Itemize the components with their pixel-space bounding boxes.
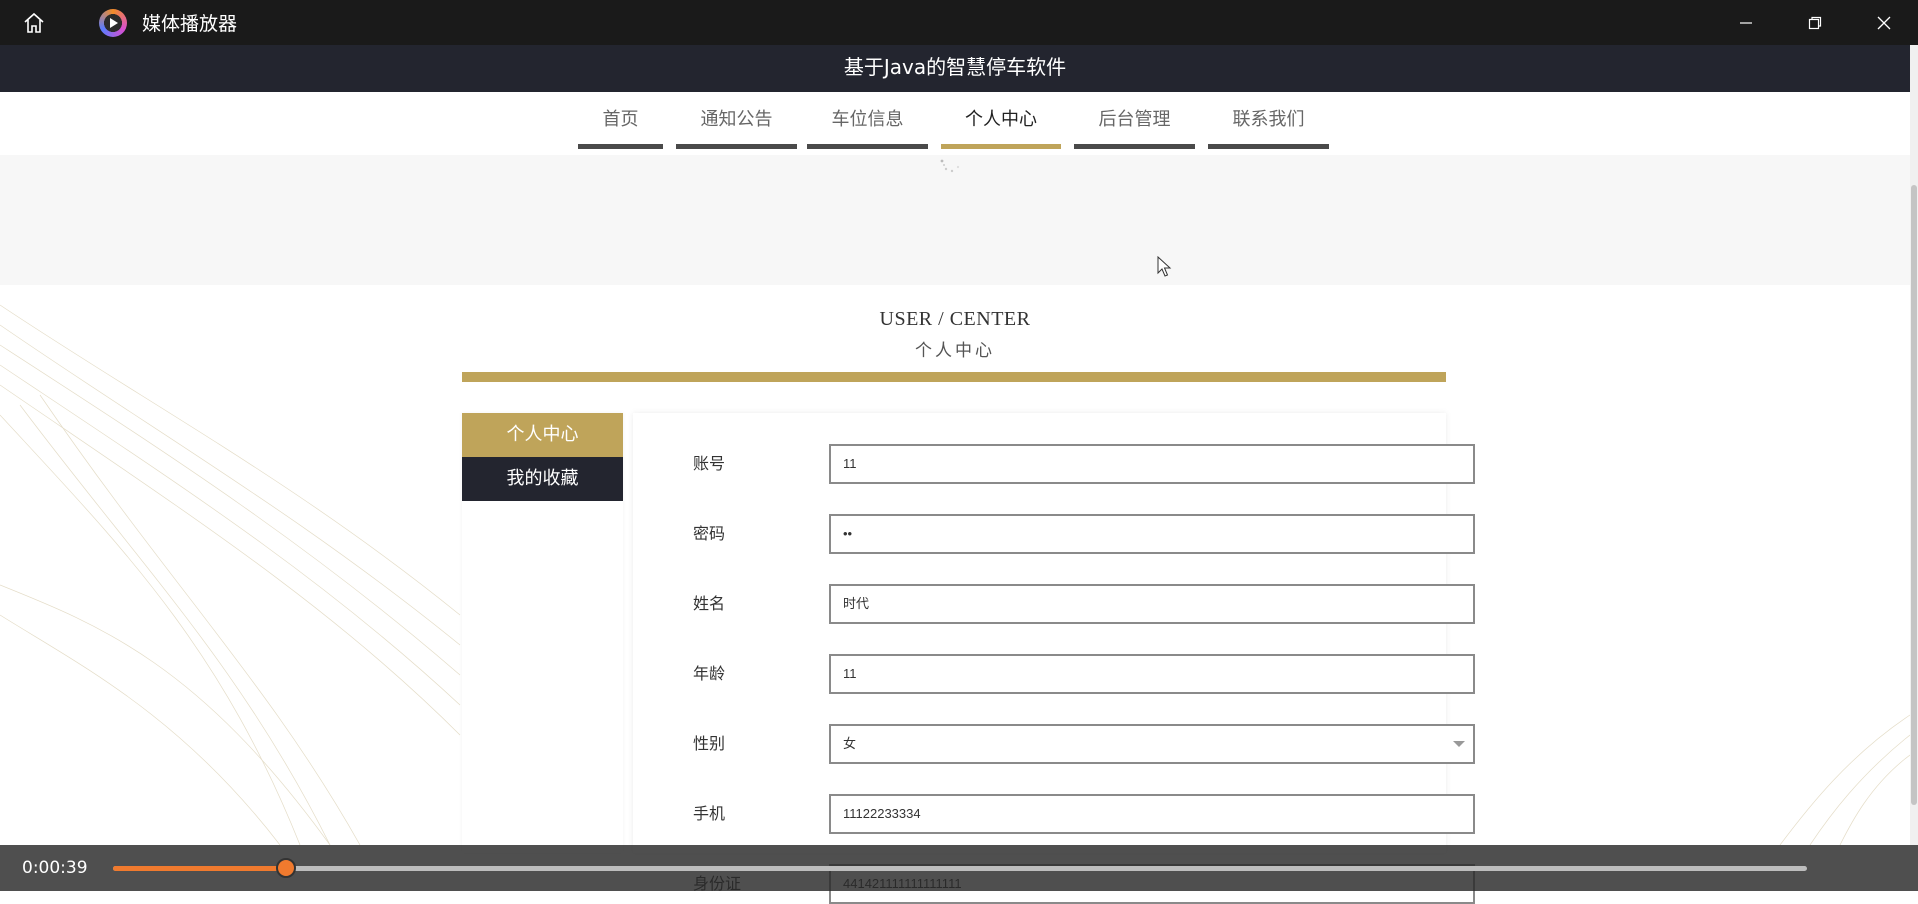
- user-info-form: 账号 11 密码 •• 姓名 时代 年龄 11 性别 女 手机 11122233…: [633, 413, 1475, 904]
- section-heading-cn: 个人中心: [915, 341, 995, 361]
- password-label: 密码: [693, 524, 726, 543]
- media-player-play-icon: [99, 8, 127, 37]
- nav-item-parking-spaces[interactable]: 车位信息: [807, 92, 928, 149]
- age-field[interactable]: 11: [829, 654, 1475, 694]
- account-field[interactable]: 11: [829, 444, 1475, 484]
- phone-field[interactable]: 11122233334: [829, 794, 1475, 834]
- section-heading-en: USER / CENTER: [879, 308, 1031, 330]
- form-row-name: 姓名 时代: [693, 584, 1475, 624]
- side-item-user-center[interactable]: 个人中心: [462, 413, 623, 457]
- loading-spinner-icon: [940, 159, 960, 173]
- form-row-password: 密码 ••: [693, 514, 1475, 554]
- side-item-favorites[interactable]: 我的收藏: [462, 457, 623, 501]
- playback-time: 0:00:39: [22, 858, 88, 878]
- seek-bar-progress: [113, 866, 286, 871]
- window-title: 媒体播放器: [142, 13, 238, 35]
- account-label: 账号: [693, 454, 726, 473]
- home-icon[interactable]: [17, 6, 51, 40]
- nav-item-label: 通知公告: [700, 109, 773, 130]
- heading-divider: [462, 372, 1446, 382]
- form-row-phone: 手机 11122233334: [693, 794, 1475, 834]
- password-field[interactable]: ••: [829, 514, 1475, 554]
- minimize-icon[interactable]: [1711, 0, 1780, 45]
- name-label: 姓名: [693, 594, 726, 613]
- scrollbar-thumb[interactable]: [1911, 185, 1917, 805]
- age-label: 年龄: [693, 664, 726, 683]
- main-nav: 首页 通知公告 车位信息 个人中心 后台管理 联系我们: [0, 92, 1910, 155]
- nav-item-label: 首页: [602, 109, 639, 130]
- nav-item-label: 个人中心: [965, 109, 1037, 130]
- nav-item-label: 车位信息: [831, 109, 904, 130]
- nav-item-user-center[interactable]: 个人中心: [941, 92, 1061, 149]
- chevron-down-icon: [1453, 741, 1465, 747]
- nav-item-notices[interactable]: 通知公告: [676, 92, 797, 149]
- close-icon[interactable]: [1849, 0, 1918, 45]
- form-row-age: 年龄 11: [693, 654, 1475, 694]
- banner: [0, 155, 1910, 285]
- nav-item-label: 后台管理: [1098, 109, 1171, 130]
- gender-label: 性别: [693, 734, 726, 753]
- restore-icon[interactable]: [1780, 0, 1849, 45]
- gender-select-value: 女: [843, 736, 857, 751]
- nav-item-label: 联系我们: [1232, 109, 1305, 130]
- form-row-account: 账号 11: [693, 444, 1475, 484]
- media-player-bar: 0:00:39: [0, 845, 1918, 891]
- name-field[interactable]: 时代: [829, 584, 1475, 624]
- seek-bar[interactable]: [113, 858, 1807, 878]
- nav-item-home[interactable]: 首页: [578, 92, 663, 149]
- phone-label: 手机: [693, 804, 726, 823]
- side-menu: 个人中心 我的收藏: [462, 413, 623, 853]
- site-title: 基于Java的智慧停车软件: [0, 45, 1910, 92]
- nav-item-contact[interactable]: 联系我们: [1208, 92, 1329, 149]
- form-row-gender: 性别 女: [693, 724, 1475, 764]
- window-titlebar: 媒体播放器: [0, 0, 1918, 45]
- nav-item-admin[interactable]: 后台管理: [1074, 92, 1195, 149]
- mouse-cursor-icon: [1157, 256, 1172, 277]
- page-scrollbar[interactable]: [1910, 45, 1918, 845]
- gender-select[interactable]: 女: [829, 724, 1475, 764]
- window-controls: [1711, 0, 1918, 45]
- seek-bar-thumb[interactable]: [276, 858, 296, 878]
